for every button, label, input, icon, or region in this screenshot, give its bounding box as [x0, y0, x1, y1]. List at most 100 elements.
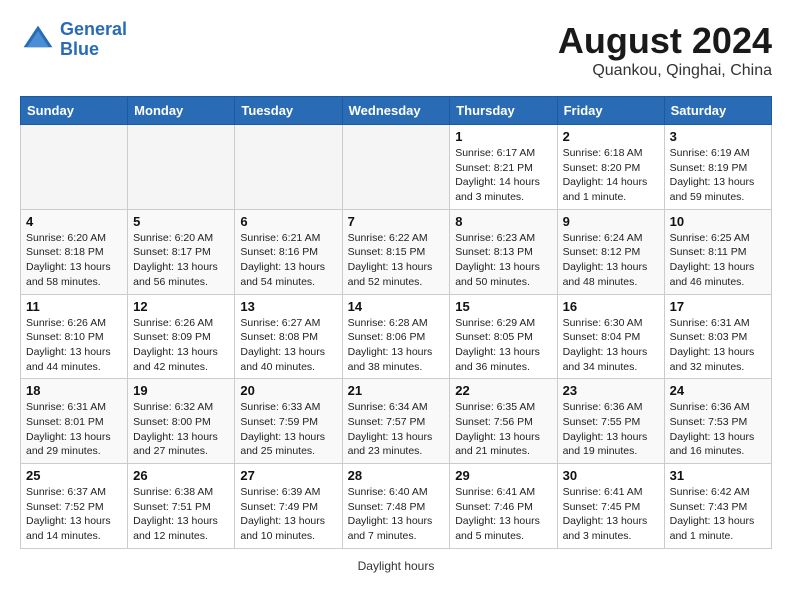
day-number: 2 [563, 129, 659, 144]
calendar-cell: 1Sunrise: 6:17 AM Sunset: 8:21 PM Daylig… [450, 125, 557, 210]
calendar-header-thursday: Thursday [450, 97, 557, 125]
day-info: Sunrise: 6:27 AM Sunset: 8:08 PM Dayligh… [240, 316, 336, 375]
day-info: Sunrise: 6:36 AM Sunset: 7:55 PM Dayligh… [563, 400, 659, 459]
day-number: 21 [348, 383, 445, 398]
day-info: Sunrise: 6:39 AM Sunset: 7:49 PM Dayligh… [240, 485, 336, 544]
day-info: Sunrise: 6:29 AM Sunset: 8:05 PM Dayligh… [455, 316, 551, 375]
month-title: August 2024 [558, 20, 772, 62]
calendar-cell: 30 Sunrise: 6:41 AM Sunset: 7:45 PM Dayli… [557, 464, 664, 549]
day-number: 12 [133, 299, 229, 314]
calendar-cell: 20 Sunrise: 6:33 AM Sunset: 7:59 PM Dayli… [235, 379, 342, 464]
logo-line2: Blue [60, 39, 99, 59]
calendar-cell: 9Sunrise: 6:24 AM Sunset: 8:12 PM Daylig… [557, 209, 664, 294]
calendar-cell: 29Sunrise: 6:41 AM Sunset: 7:46 PM Dayli… [450, 464, 557, 549]
daylight-hours-label: Daylight hours [358, 559, 435, 573]
day-number: 6 [240, 214, 336, 229]
day-info: Sunrise: 6:33 AM Sunset: 7:59 PM Dayligh… [240, 400, 336, 459]
calendar-cell: 8 Sunrise: 6:23 AM Sunset: 8:13 PM Daylig… [450, 209, 557, 294]
calendar-cell [342, 125, 450, 210]
day-number: 18 [26, 383, 122, 398]
day-info: Sunrise: 6:42 AM Sunset: 7:43 PM Dayligh… [670, 485, 766, 544]
calendar-week-1: 1Sunrise: 6:17 AM Sunset: 8:21 PM Daylig… [21, 125, 772, 210]
calendar-cell: 11 Sunrise: 6:26 AM Sunset: 8:10 PM Dayli… [21, 294, 128, 379]
day-info: Sunrise: 6:34 AM Sunset: 7:57 PM Dayligh… [348, 400, 445, 459]
calendar-cell: 6 Sunrise: 6:21 AM Sunset: 8:16 PM Daylig… [235, 209, 342, 294]
day-number: 8 [455, 214, 551, 229]
day-info: Sunrise: 6:36 AM Sunset: 7:53 PM Dayligh… [670, 400, 766, 459]
day-number: 24 [670, 383, 766, 398]
day-number: 30 [563, 468, 659, 483]
location: Quankou, Qinghai, China [558, 62, 772, 80]
day-number: 1 [455, 129, 551, 144]
title-area: August 2024 Quankou, Qinghai, China [558, 20, 772, 80]
day-info: Sunrise: 6:25 AM Sunset: 8:11 PM Dayligh… [670, 231, 766, 290]
calendar-cell: 3Sunrise: 6:19 AM Sunset: 8:19 PM Daylig… [664, 125, 771, 210]
day-number: 25 [26, 468, 122, 483]
calendar-header-monday: Monday [128, 97, 235, 125]
calendar-cell: 10 Sunrise: 6:25 AM Sunset: 8:11 PM Dayli… [664, 209, 771, 294]
calendar-header-friday: Friday [557, 97, 664, 125]
day-number: 27 [240, 468, 336, 483]
day-info: Sunrise: 6:26 AM Sunset: 8:10 PM Dayligh… [26, 316, 122, 375]
day-number: 17 [670, 299, 766, 314]
calendar-cell: 13 Sunrise: 6:27 AM Sunset: 8:08 PM Dayli… [235, 294, 342, 379]
calendar-cell: 5Sunrise: 6:20 AM Sunset: 8:17 PM Daylig… [128, 209, 235, 294]
day-number: 23 [563, 383, 659, 398]
calendar-cell: 7 Sunrise: 6:22 AM Sunset: 8:15 PM Daylig… [342, 209, 450, 294]
calendar-header-wednesday: Wednesday [342, 97, 450, 125]
day-number: 20 [240, 383, 336, 398]
day-info: Sunrise: 6:35 AM Sunset: 7:56 PM Dayligh… [455, 400, 551, 459]
day-info: Sunrise: 6:37 AM Sunset: 7:52 PM Dayligh… [26, 485, 122, 544]
calendar-cell: 21 Sunrise: 6:34 AM Sunset: 7:57 PM Dayli… [342, 379, 450, 464]
calendar-cell: 15 Sunrise: 6:29 AM Sunset: 8:05 PM Dayli… [450, 294, 557, 379]
day-number: 10 [670, 214, 766, 229]
day-info: Sunrise: 6:26 AM Sunset: 8:09 PM Dayligh… [133, 316, 229, 375]
day-info: Sunrise: 6:32 AM Sunset: 8:00 PM Dayligh… [133, 400, 229, 459]
calendar-header-sunday: Sunday [21, 97, 128, 125]
day-number: 11 [26, 299, 122, 314]
calendar-cell: 2 Sunrise: 6:18 AM Sunset: 8:20 PM Daylig… [557, 125, 664, 210]
calendar-cell: 26 Sunrise: 6:38 AM Sunset: 7:51 PM Dayli… [128, 464, 235, 549]
day-info: Sunrise: 6:40 AM Sunset: 7:48 PM Dayligh… [348, 485, 445, 544]
day-info: Sunrise: 6:31 AM Sunset: 8:03 PM Dayligh… [670, 316, 766, 375]
calendar-table: SundayMondayTuesdayWednesdayThursdayFrid… [20, 96, 772, 549]
calendar-cell: 18 Sunrise: 6:31 AM Sunset: 8:01 PM Dayli… [21, 379, 128, 464]
calendar-cell: 25 Sunrise: 6:37 AM Sunset: 7:52 PM Dayli… [21, 464, 128, 549]
day-number: 13 [240, 299, 336, 314]
calendar-cell: 17 Sunrise: 6:31 AM Sunset: 8:03 PM Dayli… [664, 294, 771, 379]
calendar-cell: 16Sunrise: 6:30 AM Sunset: 8:04 PM Dayli… [557, 294, 664, 379]
calendar-cell: 24 Sunrise: 6:36 AM Sunset: 7:53 PM Dayli… [664, 379, 771, 464]
calendar-cell [235, 125, 342, 210]
day-number: 22 [455, 383, 551, 398]
calendar-cell: 28Sunrise: 6:40 AM Sunset: 7:48 PM Dayli… [342, 464, 450, 549]
day-info: Sunrise: 6:41 AM Sunset: 7:46 PM Dayligh… [455, 485, 551, 544]
calendar-cell [21, 125, 128, 210]
day-info: Sunrise: 6:41 AM Sunset: 7:45 PM Dayligh… [563, 485, 659, 544]
day-number: 7 [348, 214, 445, 229]
header: General Blue August 2024 Quankou, Qingha… [20, 20, 772, 80]
day-info: Sunrise: 6:18 AM Sunset: 8:20 PM Dayligh… [563, 146, 659, 205]
logo-text: General Blue [60, 20, 127, 60]
day-info: Sunrise: 6:31 AM Sunset: 8:01 PM Dayligh… [26, 400, 122, 459]
day-info: Sunrise: 6:23 AM Sunset: 8:13 PM Dayligh… [455, 231, 551, 290]
day-number: 9 [563, 214, 659, 229]
day-info: Sunrise: 6:38 AM Sunset: 7:51 PM Dayligh… [133, 485, 229, 544]
logo-icon [20, 22, 56, 58]
day-number: 3 [670, 129, 766, 144]
logo: General Blue [20, 20, 127, 60]
calendar-header-row: SundayMondayTuesdayWednesdayThursdayFrid… [21, 97, 772, 125]
day-number: 15 [455, 299, 551, 314]
calendar-header-saturday: Saturday [664, 97, 771, 125]
calendar-cell: 23 Sunrise: 6:36 AM Sunset: 7:55 PM Dayli… [557, 379, 664, 464]
calendar-week-2: 4Sunrise: 6:20 AM Sunset: 8:18 PM Daylig… [21, 209, 772, 294]
day-number: 5 [133, 214, 229, 229]
day-number: 26 [133, 468, 229, 483]
day-info: Sunrise: 6:21 AM Sunset: 8:16 PM Dayligh… [240, 231, 336, 290]
calendar-cell: 19Sunrise: 6:32 AM Sunset: 8:00 PM Dayli… [128, 379, 235, 464]
day-info: Sunrise: 6:30 AM Sunset: 8:04 PM Dayligh… [563, 316, 659, 375]
footer-note: Daylight hours [20, 559, 772, 573]
calendar-cell: 4Sunrise: 6:20 AM Sunset: 8:18 PM Daylig… [21, 209, 128, 294]
day-info: Sunrise: 6:22 AM Sunset: 8:15 PM Dayligh… [348, 231, 445, 290]
calendar-week-3: 11 Sunrise: 6:26 AM Sunset: 8:10 PM Dayli… [21, 294, 772, 379]
calendar-cell: 12 Sunrise: 6:26 AM Sunset: 8:09 PM Dayli… [128, 294, 235, 379]
